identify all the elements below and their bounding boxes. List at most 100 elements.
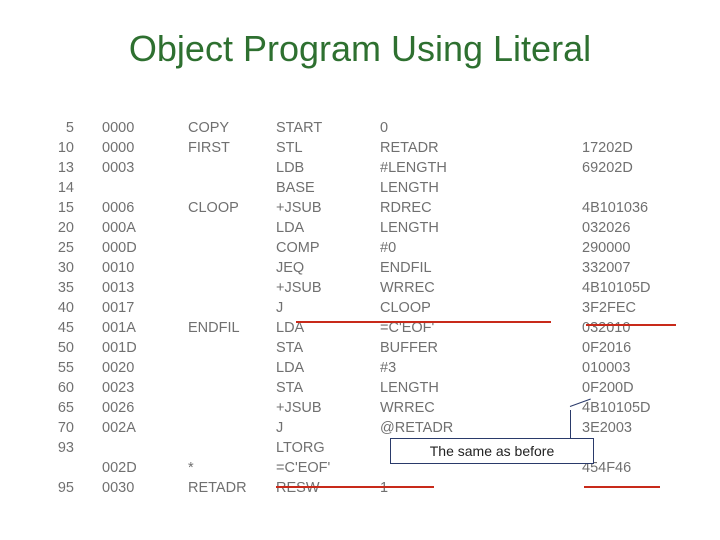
label [170, 178, 270, 198]
listing-row: 300010JEQENDFIL332007 [40, 258, 690, 278]
listing-row: 650026 +JSUBWRREC4B10105D [40, 398, 690, 418]
object-code [520, 178, 690, 198]
listing-row: 100000FIRSTSTLRETADR17202D [40, 138, 690, 158]
object-code: 332007 [520, 258, 690, 278]
line-number: 95 [40, 478, 80, 498]
underline-obj-032010 [586, 324, 676, 326]
location: 000D [80, 238, 170, 258]
object-code: 4B10105D [520, 398, 690, 418]
listing-row: 50000COPYSTART0 [40, 118, 690, 138]
label [170, 338, 270, 358]
location: 0020 [80, 358, 170, 378]
location [80, 178, 170, 198]
label: * [170, 458, 270, 478]
object-code: 010003 [520, 358, 690, 378]
location: 0003 [80, 158, 170, 178]
location: 000A [80, 218, 170, 238]
object-code: 3E2003 [520, 418, 690, 438]
opcode: STL [270, 138, 380, 158]
listing-row: 350013+JSUBWRREC4B10105D [40, 278, 690, 298]
line-number: 55 [40, 358, 80, 378]
object-code: 0F2016 [520, 338, 690, 358]
listing-row: 130003 LDB#LENGTH69202D [40, 158, 690, 178]
callout-note: The same as before [390, 438, 594, 464]
opcode: RESW [270, 478, 380, 498]
line-number [40, 458, 80, 478]
label: ENDFIL [170, 318, 270, 338]
listing-row: 950030RETADRRESW1 [40, 478, 690, 498]
listing-row: 70002A J@RETADR3E2003 [40, 418, 690, 438]
operand: #3 [380, 358, 520, 378]
opcode: STA [270, 378, 380, 398]
object-code: 69202D [520, 158, 690, 178]
listing-row: 400017JCLOOP3F2FEC [40, 298, 690, 318]
operand: #LENGTH [380, 158, 520, 178]
operand: RDREC [380, 198, 520, 218]
location: 002A [80, 418, 170, 438]
operand: LENGTH [380, 378, 520, 398]
opcode: LDA [270, 218, 380, 238]
line-number: 93 [40, 438, 80, 458]
label [170, 158, 270, 178]
label [170, 418, 270, 438]
line-number: 50 [40, 338, 80, 358]
opcode: =C'EOF' [270, 458, 380, 478]
operand: LENGTH [380, 218, 520, 238]
label: COPY [170, 118, 270, 138]
line-number: 25 [40, 238, 80, 258]
operand: WRREC [380, 398, 520, 418]
opcode: J [270, 418, 380, 438]
opcode: LTORG [270, 438, 380, 458]
location: 0026 [80, 398, 170, 418]
location [80, 438, 170, 458]
location: 001D [80, 338, 170, 358]
location: 0017 [80, 298, 170, 318]
listing-row: 25000DCOMP#0290000 [40, 238, 690, 258]
operand: CLOOP [380, 298, 520, 318]
opcode: COMP [270, 238, 380, 258]
operand: ENDFIL [380, 258, 520, 278]
operand: WRREC [380, 278, 520, 298]
location: 0000 [80, 118, 170, 138]
location: 002D [80, 458, 170, 478]
page-title: Object Program Using Literal [0, 0, 720, 88]
opcode: LDB [270, 158, 380, 178]
label [170, 358, 270, 378]
underline-lda-eof [296, 321, 551, 323]
opcode: +JSUB [270, 398, 380, 418]
line-number: 70 [40, 418, 80, 438]
opcode: +JSUB [270, 278, 380, 298]
label: FIRST [170, 138, 270, 158]
underline-obj-454f46 [584, 486, 660, 488]
line-number: 65 [40, 398, 80, 418]
listing-row: 600023STALENGTH0F200D [40, 378, 690, 398]
location: 0006 [80, 198, 170, 218]
opcode: +JSUB [270, 198, 380, 218]
listing-row: 20000ALDALENGTH032026 [40, 218, 690, 238]
operand: LENGTH [380, 178, 520, 198]
listing-row: 150006CLOOP+JSUBRDREC4B101036 [40, 198, 690, 218]
object-code: 4B101036 [520, 198, 690, 218]
label [170, 298, 270, 318]
label [170, 378, 270, 398]
operand: 1 [380, 478, 520, 498]
operand: BUFFER [380, 338, 520, 358]
label [170, 238, 270, 258]
line-number: 60 [40, 378, 80, 398]
listing-row: 50001DSTABUFFER0F2016 [40, 338, 690, 358]
line-number: 10 [40, 138, 80, 158]
object-code: 0F200D [520, 378, 690, 398]
location: 0010 [80, 258, 170, 278]
line-number: 13 [40, 158, 80, 178]
label [170, 258, 270, 278]
operand: @RETADR [380, 418, 520, 438]
object-code: 032026 [520, 218, 690, 238]
underline-literal-eof [276, 486, 434, 488]
opcode: J [270, 298, 380, 318]
object-code: 4B10105D [520, 278, 690, 298]
object-code [520, 118, 690, 138]
opcode: JEQ [270, 258, 380, 278]
opcode: BASE [270, 178, 380, 198]
label [170, 398, 270, 418]
line-number: 45 [40, 318, 80, 338]
